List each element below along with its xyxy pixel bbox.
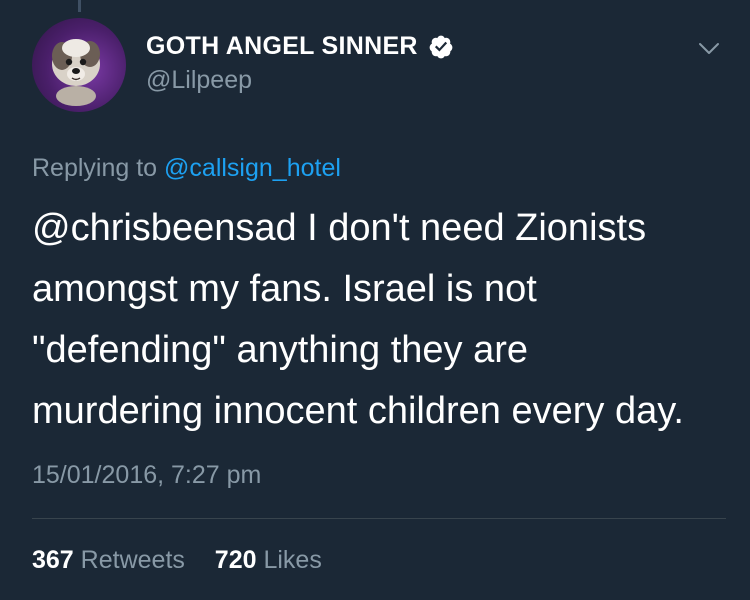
tweet-stats: 367 Retweets 720 Likes xyxy=(32,546,322,575)
retweets-stat[interactable]: 367 Retweets xyxy=(32,546,192,574)
replying-to-line: Replying to @callsign_hotel xyxy=(32,154,341,183)
author-handle[interactable]: @Lilpeep xyxy=(146,66,252,95)
avatar[interactable] xyxy=(32,18,126,112)
retweets-count: 367 xyxy=(32,546,74,574)
likes-count: 720 xyxy=(214,546,257,574)
tweet-text: @chrisbeensad I don't need Zionists amon… xyxy=(32,207,684,432)
likes-stat[interactable]: 720 Likes xyxy=(215,546,322,574)
verified-badge-icon xyxy=(428,34,454,60)
author-display-name[interactable]: GOTH ANGEL SINNER xyxy=(146,32,418,61)
likes-label: Likes xyxy=(263,546,322,574)
replying-to-mention[interactable]: @callsign_hotel xyxy=(164,154,341,182)
dog-avatar-image xyxy=(52,39,100,106)
tweet-timestamp[interactable]: 15/01/2016, 7:27 pm xyxy=(32,461,261,490)
author-name-row[interactable]: GOTH ANGEL SINNER xyxy=(146,32,454,61)
chevron-down-icon[interactable] xyxy=(697,36,721,60)
divider xyxy=(32,518,726,519)
retweets-label: Retweets xyxy=(80,546,185,574)
replying-to-label: Replying to xyxy=(32,154,158,182)
thread-connector-line xyxy=(78,0,81,12)
